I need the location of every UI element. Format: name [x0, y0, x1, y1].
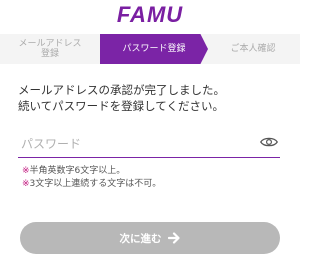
app-header: FAMU [0, 0, 300, 34]
password-rules: ※半角英数字6文字以上。 ※3文字以上連続する文字は不可。 [22, 165, 282, 191]
rule-text: 3文字以上連続する文字は不可。 [29, 179, 162, 189]
next-button-label: 次に進む [119, 232, 162, 245]
rule-text: 半角英数字6文字以上。 [29, 166, 126, 176]
password-field [18, 133, 280, 158]
rule-item: ※3文字以上連続する文字は不可。 [22, 178, 282, 191]
step-email-registration: メールアドレス 登録 [0, 34, 100, 64]
next-button[interactable]: 次に進む [20, 222, 280, 254]
message-line-2: 続いてパスワードを登録してください。 [18, 99, 224, 113]
step-identity-verification: ご本人確認 [200, 34, 300, 64]
step-password-registration-active: パスワード登録 [100, 34, 208, 64]
arrow-right-icon [167, 232, 180, 244]
message-line-1: メールアドレスの承認が完了しました。 [18, 83, 225, 97]
note-mark: ※ [22, 166, 30, 176]
step-identity-label: ご本人確認 [230, 44, 276, 54]
instruction-message: メールアドレスの承認が完了しました。 続いてパスワードを登録してください。 [18, 82, 288, 114]
password-input[interactable] [18, 135, 241, 151]
note-mark: ※ [22, 179, 30, 189]
step-email-label-line2: 登録 [40, 49, 59, 59]
famu-logo: FAMU [116, 2, 184, 27]
rule-item: ※半角英数字6文字以上。 [22, 165, 282, 178]
eye-icon[interactable] [260, 135, 278, 149]
step-email-label-line1: メールアドレス [18, 39, 82, 49]
progress-steps: メールアドレス 登録 ご本人確認 パスワード登録 [0, 34, 300, 64]
step-password-label: パスワード登録 [122, 44, 186, 54]
